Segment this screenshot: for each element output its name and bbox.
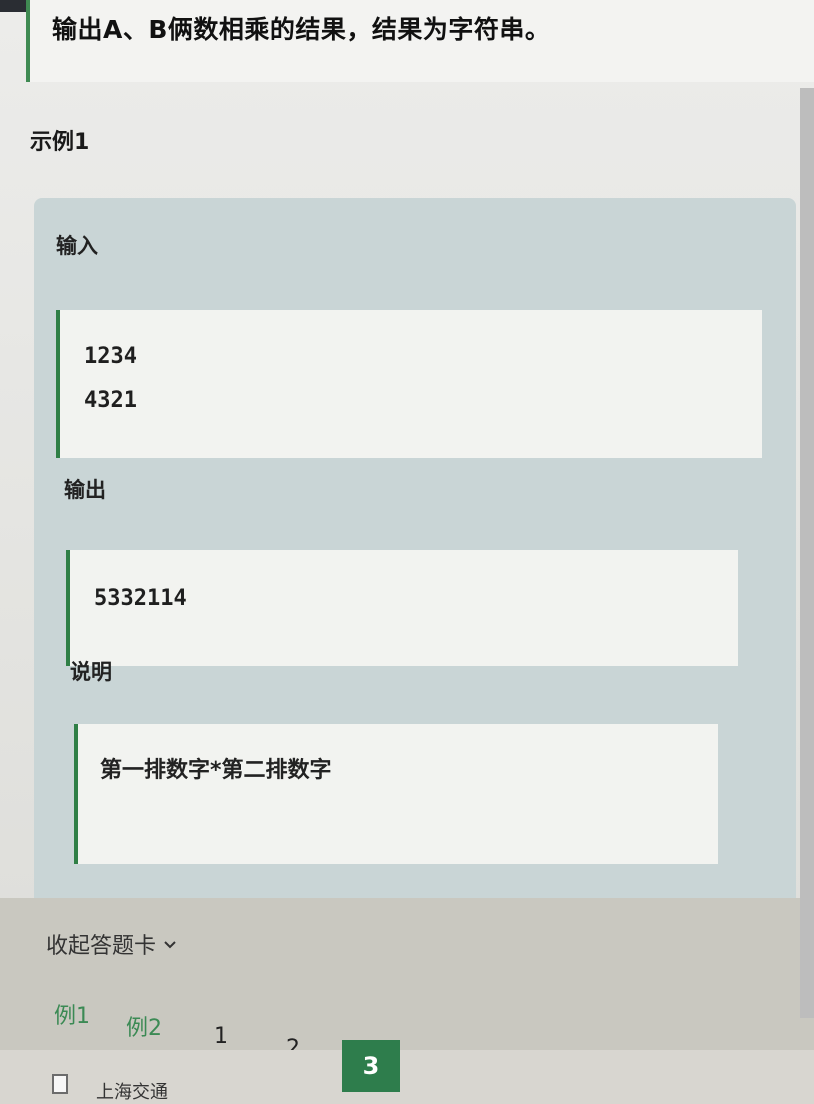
- nav-question-1[interactable]: 1: [214, 1024, 228, 1049]
- page: 输出A、B俩数相乘的结果，结果为字符串。 示例1 输入 1234 4321 输出…: [0, 0, 814, 1104]
- taskbar-file-label[interactable]: 上海交通: [96, 1078, 168, 1104]
- chevron-down-icon: [164, 941, 176, 949]
- question-nav: 例1 例2 1 2: [0, 996, 814, 1061]
- collapse-answer-card[interactable]: 收起答题卡: [46, 928, 178, 960]
- nav-question-current[interactable]: 3: [342, 1040, 400, 1092]
- nav-example-1[interactable]: 例1: [54, 998, 90, 1030]
- file-icon[interactable]: [52, 1074, 68, 1094]
- output-value: 5332114: [94, 586, 187, 611]
- nav-example-2[interactable]: 例2: [126, 1010, 162, 1042]
- output-description-box: 输出A、B俩数相乘的结果，结果为字符串。: [26, 0, 814, 82]
- explain-label: 说明: [70, 660, 112, 684]
- collapse-label: 收起答题卡: [46, 934, 157, 959]
- example-panel: 输入 1234 4321 输出 5332114 说明 第一排数字*第二排数字: [34, 198, 796, 934]
- input-line-1: 1234: [84, 344, 137, 369]
- input-label: 输入: [56, 234, 98, 258]
- output-description: 输出A、B俩数相乘的结果，结果为字符串。: [52, 15, 551, 44]
- input-line-2: 4321: [84, 388, 137, 413]
- input-box[interactable]: 1234 4321: [56, 310, 762, 458]
- explain-text: 第一排数字*第二排数字: [100, 758, 332, 783]
- scrollbar[interactable]: [800, 88, 814, 1018]
- explain-box: 第一排数字*第二排数字: [74, 724, 718, 864]
- output-label: 输出: [64, 478, 106, 502]
- output-box[interactable]: 5332114: [66, 550, 738, 666]
- example-title: 示例1: [30, 130, 90, 155]
